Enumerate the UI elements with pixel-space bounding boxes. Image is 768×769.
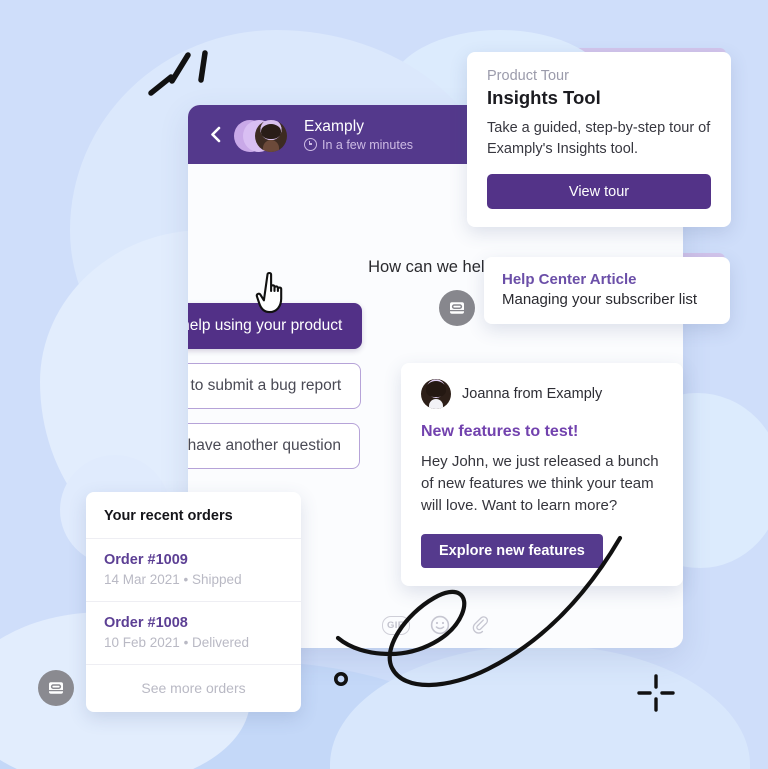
background-blob xyxy=(330,645,750,769)
order-id: Order #1009 xyxy=(104,552,188,568)
order-meta: 10 Feb 2021 • Delivered xyxy=(104,635,250,650)
message-sender-row: Joanna from Examply xyxy=(421,379,663,409)
attachment-icon[interactable] xyxy=(470,615,490,636)
header-text-group: Examply In a few minutes xyxy=(304,118,413,152)
product-tour-card: Product Tour Insights Tool Take a guided… xyxy=(467,47,731,228)
recent-orders-card: Your recent orders Order #1009 14 Mar 20… xyxy=(86,492,301,712)
help-article-kicker: Help Center Article xyxy=(502,271,637,288)
widget-status-label: In a few minutes xyxy=(322,137,414,152)
help-article-card[interactable]: Help Center Article Managing your subscr… xyxy=(484,253,730,324)
explore-new-features-button[interactable]: Explore new features xyxy=(421,533,603,568)
joanna-avatar xyxy=(421,379,451,409)
order-row[interactable]: Order #1009 14 Mar 2021 • Shipped xyxy=(86,538,301,601)
quick-reply-bug-report[interactable]: I want to submit a bug report xyxy=(188,363,361,409)
clock-icon xyxy=(304,138,317,151)
new-features-message-card: Joanna from Examply New features to test… xyxy=(401,359,683,586)
product-tour-eyebrow: Product Tour xyxy=(487,68,569,84)
help-article-title: Managing your subscriber list xyxy=(502,291,698,308)
quick-reply-another-question[interactable]: I have another question xyxy=(188,423,360,469)
avatar xyxy=(255,119,287,152)
widget-title: Examply xyxy=(304,117,365,135)
back-chevron-icon[interactable] xyxy=(202,122,228,148)
order-row[interactable]: Order #1008 10 Feb 2021 • Delivered xyxy=(86,601,301,664)
messenger-launcher-icon[interactable] xyxy=(38,670,74,706)
agent-avatar-stack xyxy=(234,116,296,154)
gif-icon[interactable]: GIF xyxy=(381,615,410,635)
product-tour-description: Take a guided, step-by-step tour of Exam… xyxy=(487,120,711,157)
article-icon[interactable] xyxy=(439,290,475,326)
emoji-icon[interactable] xyxy=(430,615,450,635)
product-tour-title: Insights Tool xyxy=(487,87,601,108)
pointer-hand-cursor-icon xyxy=(255,271,283,314)
widget-status: In a few minutes xyxy=(304,138,413,152)
message-body: Hey John, we just released a bunch of ne… xyxy=(421,453,659,515)
message-sender-name: Joanna from Examply xyxy=(462,386,603,402)
see-more-orders-link[interactable]: See more orders xyxy=(86,664,301,712)
view-tour-button[interactable]: View tour xyxy=(487,174,711,210)
recent-orders-title: Your recent orders xyxy=(104,508,233,524)
order-meta: 14 Mar 2021 • Shipped xyxy=(104,572,242,587)
order-id: Order #1008 xyxy=(104,615,188,631)
message-title: New features to test! xyxy=(421,423,579,440)
